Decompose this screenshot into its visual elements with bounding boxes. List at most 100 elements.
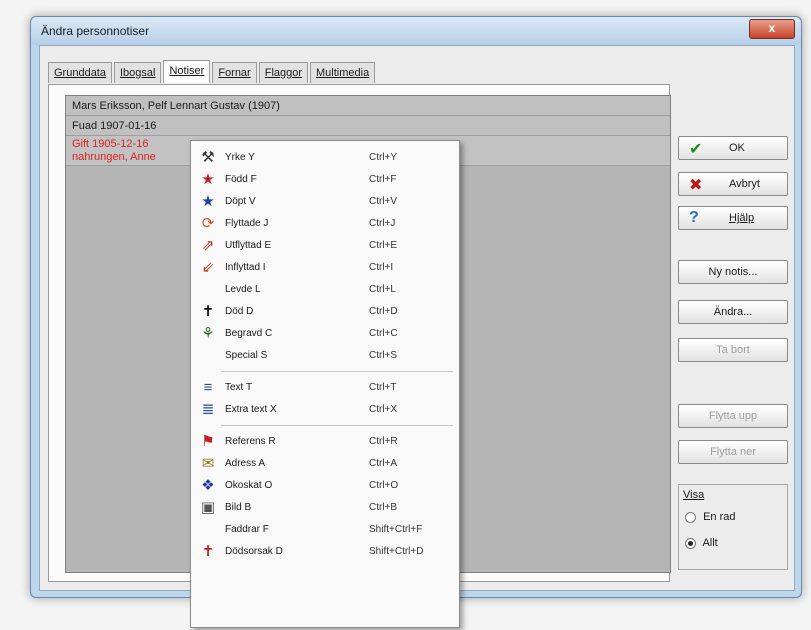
star-blue-icon: ★ [201, 193, 215, 210]
menu-icon-placeholder [199, 521, 217, 539]
menu-item[interactable]: ⟳ Flyttade J Ctrl+J [191, 213, 459, 235]
view-group-title: Visa [683, 489, 705, 501]
menu-item-label: Adress A [225, 458, 266, 469]
menu-item-label: Flyttade J [225, 218, 269, 229]
ok-label: OK [729, 142, 745, 154]
menu-item-shortcut: Ctrl+S [369, 350, 398, 361]
tab-multimedia[interactable]: Multimedia [310, 62, 376, 83]
menu-item[interactable]: ⚒ Yrke Y Ctrl+Y [191, 147, 459, 169]
menu-item-label: Okoskat O [225, 480, 273, 491]
checkmark-icon: ✔ [689, 141, 703, 158]
menu-item-label: Begravd C [225, 328, 273, 339]
menu-item-shortcut: Ctrl+V [369, 196, 398, 207]
menu-item-shortcut: Shift+Ctrl+D [369, 546, 424, 557]
radio-all[interactable]: Allt [685, 537, 718, 549]
menu-item[interactable]: ⚘ Begravd C Ctrl+C [191, 323, 459, 345]
extra-text-icon: ≣ [201, 401, 215, 418]
menu-item-label: Döpt V [225, 196, 256, 207]
move-up-button[interactable]: Flytta upp [678, 404, 788, 428]
menu-separator [221, 425, 453, 426]
menu-item-shortcut: Ctrl+E [369, 240, 398, 251]
menu-item-label: Inflyttad I [225, 262, 266, 273]
menu-item-shortcut: Ctrl+L [369, 284, 396, 295]
menu-item-label: Referens R [225, 436, 276, 447]
menu-item[interactable]: ⇙ Inflyttad I Ctrl+I [191, 257, 459, 279]
reference-icon: ⚑ [201, 433, 215, 450]
menu-item[interactable]: ▣ Bild B Ctrl+B [191, 497, 459, 519]
menu-item[interactable]: ≣ Extra text X Ctrl+X [191, 399, 459, 421]
list-row-born[interactable]: Fuad 1907-01-16 [66, 116, 670, 136]
delete-label: Ta bort [716, 344, 750, 356]
tab-notiser[interactable]: Notiser [163, 60, 211, 83]
menu-item-shortcut: Ctrl+O [369, 480, 399, 491]
menu-item-label: Dödsorsak D [225, 546, 283, 557]
radio-all-indicator[interactable] [685, 537, 696, 549]
menu-item[interactable]: ⚑ Referens R Ctrl+R [191, 431, 459, 453]
text-icon: ≡ [203, 379, 213, 396]
view-groupbox: Visa En rad Allt [678, 484, 788, 570]
menu-item-shortcut: Ctrl+F [369, 174, 397, 185]
menu-item-label: Född F [225, 174, 257, 185]
menu-item-shortcut: Ctrl+C [369, 328, 398, 339]
help-label: Hjälp [729, 212, 755, 224]
radio-one-row[interactable]: En rad [685, 511, 735, 523]
image-icon: ▣ [200, 499, 216, 516]
menu-item-shortcut: Ctrl+T [369, 382, 397, 393]
menu-item-label: Bild B [225, 502, 252, 513]
menu-item-label: Yrke Y [225, 152, 255, 163]
tab-ibogsal[interactable]: Ibogsal [113, 62, 162, 83]
menu-item[interactable]: ★ Döpt V Ctrl+V [191, 191, 459, 213]
menu-item[interactable]: ⇗ Utflyttad E Ctrl+E [191, 235, 459, 257]
menu-item-label: Text T [225, 382, 253, 393]
menu-item[interactable]: Special S Ctrl+S [191, 345, 459, 367]
menu-item[interactable]: Faddrar F Shift+Ctrl+F [191, 519, 459, 541]
cancel-label: Avbryt [729, 178, 760, 190]
help-button[interactable]: ? Hjälp [678, 206, 788, 230]
radio-one-row-label: En rad [703, 511, 736, 523]
close-button[interactable]: x [749, 19, 795, 39]
shovel-icon: ⚘ [201, 325, 215, 342]
globe-icon: ❖ [201, 477, 215, 494]
change-button[interactable]: Ändra... [678, 300, 788, 324]
menu-item-label: Faddrar F [225, 524, 269, 535]
menu-item-shortcut: Ctrl+X [369, 404, 398, 415]
menu-icon-placeholder [199, 347, 217, 365]
death-cause-icon: ✝ [201, 543, 215, 560]
change-label: Ändra... [713, 306, 753, 318]
cross-x-icon: ✖ [689, 177, 703, 194]
ok-button[interactable]: ✔ OK [678, 136, 788, 160]
move-out-icon: ⇗ [201, 237, 215, 254]
tab-flaggor[interactable]: Flaggor [258, 62, 309, 83]
menu-item[interactable]: ✉ Adress A Ctrl+A [191, 453, 459, 475]
menu-item[interactable]: ✝ Dödsorsak D Shift+Ctrl+D [191, 541, 459, 563]
radio-one-row-indicator[interactable] [685, 511, 696, 523]
list-row-name[interactable]: Mars Eriksson, Pelf Lennart Gustav (1907… [66, 96, 670, 116]
move-down-button[interactable]: Flytta ner [678, 440, 788, 464]
menu-separator [221, 371, 453, 372]
move-up-label: Flytta upp [708, 410, 758, 422]
menu-item-shortcut: Ctrl+Y [369, 152, 398, 163]
cancel-button[interactable]: ✖ Avbryt [678, 172, 788, 196]
menu-item[interactable]: ★ Född F Ctrl+F [191, 169, 459, 191]
move-icon: ⟳ [201, 215, 215, 232]
move-down-label: Flytta ner [710, 446, 756, 458]
menu-icon-placeholder [199, 281, 217, 299]
menu-item-shortcut: Ctrl+A [369, 458, 398, 469]
menu-item-shortcut: Ctrl+D [369, 306, 398, 317]
tab-grunddata[interactable]: Grunddata [48, 62, 112, 83]
address-icon: ✉ [201, 455, 215, 472]
radio-all-label: Allt [702, 537, 718, 549]
menu-item[interactable]: ❖ Okoskat O Ctrl+O [191, 475, 459, 497]
menu-item-shortcut: Ctrl+J [369, 218, 396, 229]
menu-item[interactable]: ✝ Död D Ctrl+D [191, 301, 459, 323]
menu-item-shortcut: Shift+Ctrl+F [369, 524, 423, 535]
delete-button[interactable]: Ta bort [678, 338, 788, 362]
tab-fornar[interactable]: Fornar [212, 62, 257, 83]
window-title: Ändra personnotiser [41, 24, 150, 38]
menu-item[interactable]: Levde L Ctrl+L [191, 279, 459, 301]
title-bar[interactable]: Ändra personnotiser x [31, 17, 801, 45]
new-notice-button[interactable]: Ny notis... [678, 260, 788, 284]
menu-item[interactable]: ≡ Text T Ctrl+T [191, 377, 459, 399]
menu-item-label: Död D [225, 306, 254, 317]
hammer-icon: ⚒ [201, 149, 215, 166]
